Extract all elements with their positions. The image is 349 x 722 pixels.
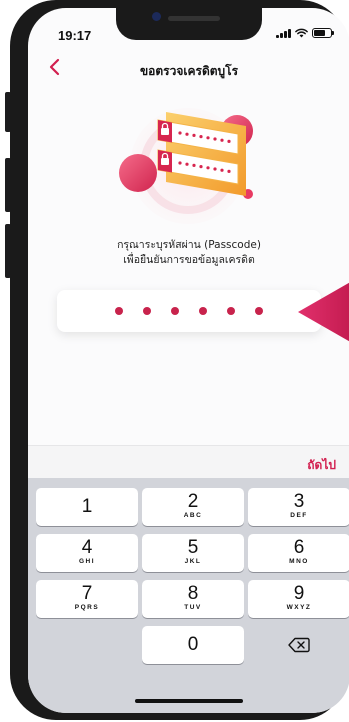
page-title: ขอตรวจเครดิตบูโร	[139, 64, 239, 78]
passcode-lock-card-icon	[119, 108, 253, 224]
passcode-dot	[171, 307, 179, 315]
front-camera	[152, 12, 161, 21]
pointer-tab-icon	[298, 282, 349, 342]
wifi-icon	[295, 28, 308, 38]
key-digit: 6	[293, 537, 305, 558]
key-digit: 3	[293, 491, 305, 512]
key-digit: 2	[187, 491, 199, 512]
key-9[interactable]: 9 WXYZ	[248, 580, 349, 618]
key-1[interactable]: 1	[36, 488, 138, 526]
key-0[interactable]: 0	[142, 626, 244, 664]
phone-frame: 19:17 ขอตรวจเครดิตบูโร กรุณาระบุรหัสผ่าน…	[0, 0, 349, 722]
instruction-line-1: กรุณาระบุรหัสผ่าน (Passcode)	[117, 239, 261, 251]
key-digit: 8	[187, 583, 199, 604]
notch	[116, 8, 262, 40]
key-digit: 4	[81, 537, 93, 558]
passcode-dot	[255, 307, 263, 315]
passcode-dot	[227, 307, 235, 315]
home-indicator[interactable]	[135, 699, 243, 703]
key-digit: 0	[187, 634, 199, 655]
instruction-line-2: เพื่อยืนยันการขอข้อมูลเครดิต	[123, 254, 255, 266]
key-4[interactable]: 4 GHI	[36, 534, 138, 572]
numeric-keypad: 1 2 ABC 3 DEF 4 GHI 5 JKL 6 MNO 7 PQRS 8 TUV 9 WXYZ 0	[28, 478, 349, 713]
key-letters: TUV	[184, 604, 202, 611]
key-7[interactable]: 7 PQRS	[36, 580, 138, 618]
status-time: 19:17	[58, 28, 92, 43]
passcode-dot	[199, 307, 207, 315]
next-button[interactable]: ถัดไป	[305, 452, 338, 479]
key-letters: MNO	[289, 558, 309, 565]
key-6[interactable]: 6 MNO	[248, 534, 349, 572]
cellular-signal-icon	[276, 28, 291, 38]
earpiece-speaker	[168, 16, 220, 21]
key-letters: GHI	[78, 558, 96, 565]
key-letters: ABC	[183, 512, 203, 519]
key-2[interactable]: 2 ABC	[142, 488, 244, 526]
battery-icon	[312, 28, 334, 38]
delete-key[interactable]	[248, 626, 349, 664]
key-8[interactable]: 8 TUV	[142, 580, 244, 618]
key-letters: PQRS	[74, 604, 100, 611]
key-digit: 7	[81, 583, 93, 604]
key-digit: 9	[293, 583, 305, 604]
backspace-icon	[288, 637, 310, 653]
key-digit: 5	[187, 537, 199, 558]
passcode-input[interactable]	[57, 290, 321, 332]
key-5[interactable]: 5 JKL	[142, 534, 244, 572]
passcode-dot	[115, 307, 123, 315]
key-letters: DEF	[290, 512, 308, 519]
key-letters: WXYZ	[286, 604, 312, 611]
screen: 19:17 ขอตรวจเครดิตบูโร กรุณาระบุรหัสผ่าน…	[28, 8, 349, 713]
device-bezel: 19:17 ขอตรวจเครดิตบูโร กรุณาระบุรหัสผ่าน…	[10, 0, 349, 720]
status-icons	[276, 28, 334, 38]
key-3[interactable]: 3 DEF	[248, 488, 349, 526]
passcode-instructions: กรุณาระบุรหัสผ่าน (Passcode) เพื่อยืนยัน…	[28, 238, 349, 268]
key-letters: JKL	[184, 558, 202, 565]
key-digit: 1	[81, 496, 93, 517]
passcode-dot	[143, 307, 151, 315]
